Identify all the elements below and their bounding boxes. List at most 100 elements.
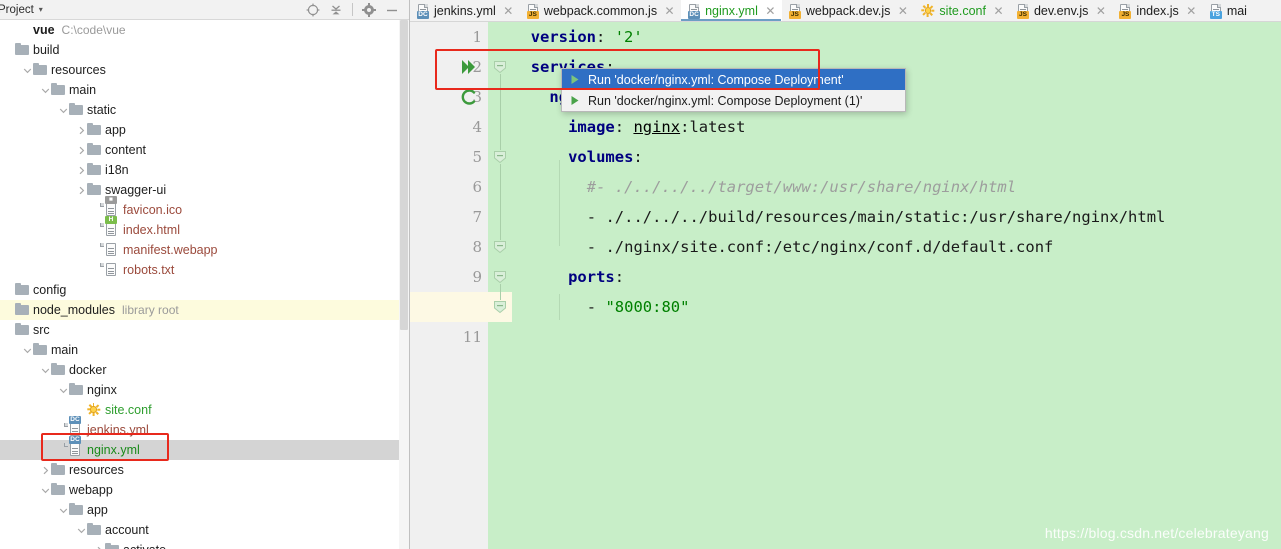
chevron-right-icon[interactable] [76,165,87,176]
tree-root-node[interactable]: vue C:\code\vue [0,20,409,40]
run-all-icon[interactable] [460,58,478,76]
run-configuration-popup[interactable]: Run 'docker/nginx.yml: Compose Deploymen… [561,68,906,112]
chevron-down-icon[interactable] [58,385,69,396]
toolbar-divider [352,3,353,16]
tree-node-favicon-ico[interactable]: ■ favicon.ico [0,196,409,220]
editor-tab-nginx-yml[interactable]: DC nginx.yml ✕ [681,0,782,21]
run-config-menu-item[interactable]: Run 'docker/nginx.yml: Compose Deploymen… [562,69,905,90]
chevron-down-icon[interactable] [58,105,69,116]
editor-tab-site-conf[interactable]: site.conf ✕ [914,0,1010,21]
tree-node-resources[interactable]: resources [0,60,409,80]
editor-tab-webpack-common-js[interactable]: JS webpack.common.js ✕ [519,0,682,21]
minimize-icon[interactable] [385,3,399,17]
chevron-right-icon[interactable] [94,545,105,549]
tree-node-activate[interactable]: activate [0,540,409,549]
tree-node-jenkins-yml[interactable]: DC jenkins.yml [0,416,409,440]
tree-node-label: robots.txt [123,263,175,277]
tab-label: nginx.yml [705,3,758,18]
tree-node-manifest-webapp[interactable]: manifest.webapp [0,240,409,260]
code-line[interactable]: volumes: [512,142,1281,172]
tree-node-label: main [51,343,79,357]
tab-close-icon[interactable]: ✕ [503,5,514,17]
tab-close-icon[interactable]: ✕ [1186,5,1197,17]
editor-tab-mai[interactable]: TS mai [1202,0,1253,21]
editor-tab-jenkins-yml[interactable]: DC jenkins.yml ✕ [410,0,520,21]
editor-tab-index-js[interactable]: JS index.js ✕ [1112,0,1203,21]
tree-node-label: site.conf [105,403,152,417]
tree-node-nginx-yml[interactable]: DC nginx.yml [0,436,409,460]
chevron-down-icon[interactable] [58,505,69,516]
collapse-all-icon[interactable] [329,3,343,17]
tree-node-i18n[interactable]: i18n [0,160,409,180]
chevron-down-icon[interactable]: ▾ [39,5,43,14]
code-line[interactable]: - "8000:80" [512,292,1281,322]
tab-close-icon[interactable]: ✕ [1095,5,1106,17]
chevron-down-icon[interactable] [40,365,51,376]
folder-icon [15,283,29,297]
tree-node-main[interactable]: main [0,80,409,100]
chevron-down-icon[interactable] [40,485,51,496]
tab-close-icon[interactable]: ✕ [993,5,1004,17]
code-line[interactable]: - ./nginx/site.conf:/etc/nginx/conf.d/de… [512,232,1281,262]
tree-node-site-conf[interactable]: site.conf [0,400,409,420]
chevron-right-icon[interactable] [40,465,51,476]
tree-node-account[interactable]: account [0,520,409,540]
tree-node-content[interactable]: content [0,140,409,160]
code-line[interactable]: image: nginx:latest [512,112,1281,142]
code-line[interactable]: ports: [512,262,1281,292]
tab-close-icon[interactable]: ✕ [664,5,675,17]
run-config-menu-item[interactable]: Run 'docker/nginx.yml: Compose Deploymen… [562,90,905,111]
run-service-icon[interactable] [460,88,478,106]
gutter-run-icons[interactable] [410,22,488,549]
code-editor[interactable]: 1234567891011 version: '2'services:nginx… [410,22,1281,549]
tree-node-swagger-ui[interactable]: swagger-ui [0,180,409,200]
tree-node-webapp[interactable]: webapp [0,480,409,500]
locate-target-icon[interactable] [306,3,320,17]
tree-node-config[interactable]: config [0,280,409,300]
chevron-down-icon[interactable] [40,85,51,96]
folder-icon [33,343,47,357]
tab-close-icon[interactable]: ✕ [765,5,776,17]
toolbar-icon-group [306,2,405,17]
tree-node-node-modules[interactable]: node_modules library root [0,300,409,320]
tool-window-title[interactable]: Project [0,4,34,16]
chevron-right-icon[interactable] [76,125,87,136]
sidebar-scrollbar-track[interactable] [399,20,409,549]
tree-node-static[interactable]: static [0,100,409,120]
code-line[interactable]: - ./../../../build/resources/main/static… [512,202,1281,232]
tree-node-build[interactable]: build [0,40,409,60]
editor-tab-bar[interactable]: DC jenkins.yml ✕ JS webpack.common.js ✕ DC ngin… [410,0,1281,22]
tab-close-icon[interactable]: ✕ [897,5,908,17]
editor-tab-webpack-dev-js[interactable]: JS webpack.dev.js ✕ [781,0,915,21]
project-tree[interactable]: vue C:\code\vue build resources main static ap… [0,20,409,549]
tree-node-index-html[interactable]: Hindex.html [0,216,409,240]
code-line[interactable] [512,322,1281,352]
code-line[interactable]: version: '2' [512,22,1281,52]
chevron-right-icon[interactable] [76,185,87,196]
editor-area: DC jenkins.yml ✕ JS webpack.common.js ✕ DC ngin… [410,0,1281,549]
folder-icon [69,503,83,517]
folder-icon [15,323,29,337]
tree-node-main[interactable]: main [0,340,409,360]
tree-node-app[interactable]: app [0,500,409,520]
tree-node-label: build [33,43,60,57]
chevron-down-icon[interactable] [22,345,33,356]
sidebar-scrollbar-thumb[interactable] [400,20,408,330]
tree-node-app[interactable]: app [0,120,409,140]
file-dc-icon: DC [64,436,83,457]
tree-node-docker[interactable]: docker [0,360,409,380]
gear-icon[interactable] [362,2,376,17]
tree-node-nginx[interactable]: nginx [0,380,409,400]
tree-node-src[interactable]: src [0,320,409,340]
code-line[interactable]: #- ./../../../target/www:/usr/share/ngin… [512,172,1281,202]
editor-tab-dev-env-js[interactable]: JS dev.env.js ✕ [1009,0,1113,21]
chevron-down-icon[interactable] [76,525,87,536]
tree-node-robots-txt[interactable]: robots.txt [0,260,409,280]
tree-node-resources[interactable]: resources [0,460,409,480]
fold-column[interactable] [488,22,512,549]
chevron-down-icon[interactable] [22,65,33,76]
file-js-icon: JS [1119,3,1132,19]
chevron-right-icon[interactable] [76,145,87,156]
folder-icon [15,43,29,57]
tree-node-label: webapp [69,483,113,497]
